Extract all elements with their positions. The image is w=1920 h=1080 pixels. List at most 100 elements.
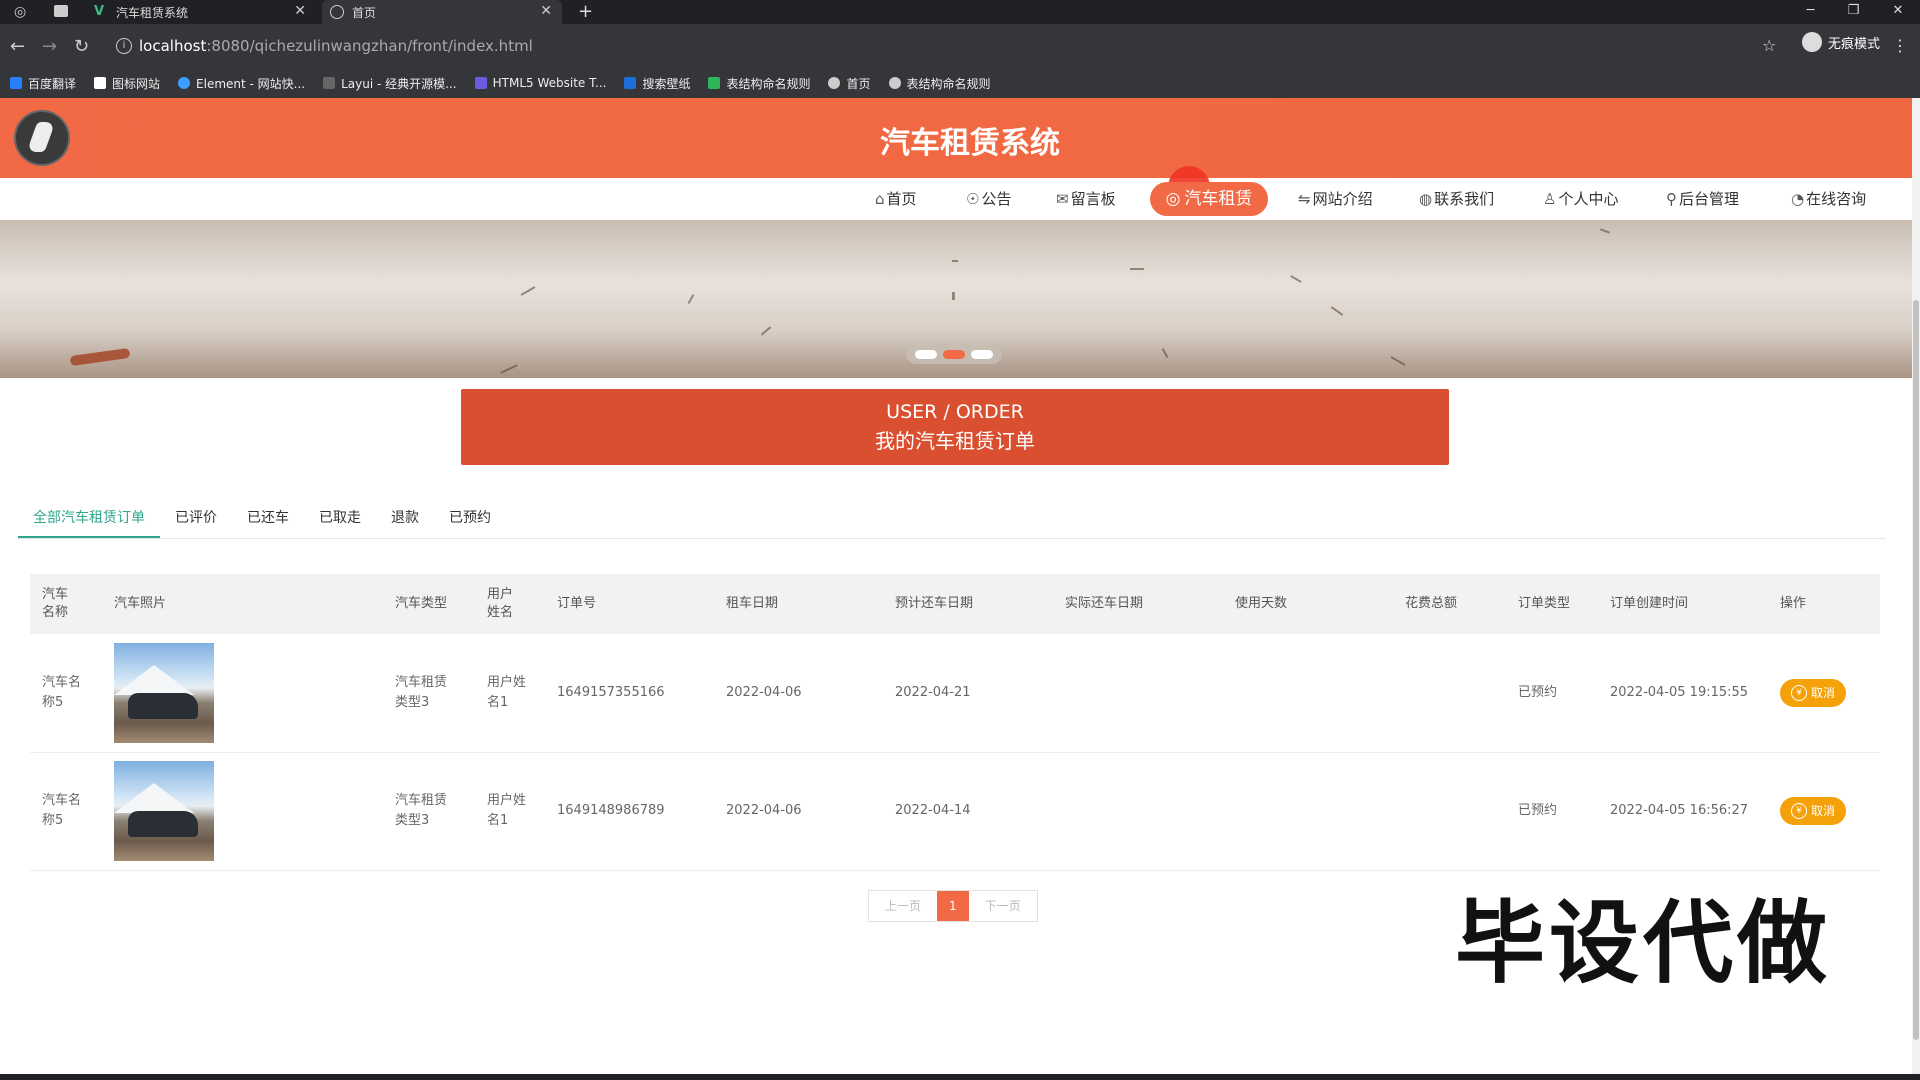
button-label: 取消 <box>1810 804 1835 818</box>
globe-icon <box>888 77 901 89</box>
globe-icon: ◍ <box>1419 190 1433 208</box>
bookmark-item[interactable]: 表结构命名规则 <box>888 75 991 92</box>
browser-tab-1[interactable]: V 汽车租赁系统 ✕ <box>86 0 316 24</box>
section-title-cn: 我的汽车租赁订单 <box>875 429 1035 453</box>
car-photo[interactable] <box>114 643 214 743</box>
new-tab-button[interactable]: + <box>578 0 593 24</box>
cell-car-photo <box>114 634 214 752</box>
nav-messageboard[interactable]: ✉ 留言板 <box>1056 180 1116 218</box>
cell-car-name: 汽车名称5 <box>42 793 82 828</box>
cell-user-name: 用户姓名1 <box>487 675 527 710</box>
carousel-dot[interactable] <box>943 349 965 359</box>
more-menu-icon[interactable]: ⋮ <box>1892 36 1908 55</box>
nav-label: 首页 <box>886 190 917 208</box>
bookmark-label: Element - 网站快... <box>196 76 306 91</box>
column-header: 汽车类型 <box>395 596 448 611</box>
cancel-order-button[interactable]: ¥ 取消 <box>1780 797 1846 825</box>
cell-car-photo <box>114 752 214 870</box>
tab-picked-up[interactable]: 已取走 <box>304 500 376 538</box>
pagination: 上一页 1 下一页 <box>868 890 1038 922</box>
nav-contact[interactable]: ◍ 联系我们 <box>1419 180 1494 218</box>
nav-about[interactable]: ⇋ 网站介绍 <box>1298 180 1373 218</box>
back-icon[interactable]: ← <box>10 36 25 57</box>
yen-icon: ¥ <box>1790 685 1807 701</box>
cell-rent-date: 2022-04-06 <box>726 685 802 700</box>
carousel-dot[interactable] <box>915 349 937 359</box>
tab-returned[interactable]: 已还车 <box>232 500 304 538</box>
nav-label: 个人中心 <box>1558 190 1619 208</box>
page-number-button[interactable]: 1 <box>937 891 969 921</box>
bookmark-item[interactable]: HTML5 Website T... <box>474 76 606 90</box>
user-icon: ♙ <box>1543 190 1557 208</box>
prev-page-button[interactable]: 上一页 <box>869 891 938 921</box>
scrollbar-thumb[interactable] <box>1913 300 1919 1040</box>
nav-notice[interactable]: ☉ 公告 <box>966 180 1011 218</box>
cancel-order-button[interactable]: ¥ 取消 <box>1780 679 1846 707</box>
bookmark-item[interactable]: 表结构命名规则 <box>708 75 810 92</box>
tab-all-orders[interactable]: 全部汽车租赁订单 <box>18 500 160 538</box>
bookmark-item[interactable]: 首页 <box>828 75 871 92</box>
column-header: 预计还车日期 <box>895 596 974 611</box>
order-tabs: 全部汽车租赁订单 已评价 已还车 已取走 退款 已预约 <box>18 500 1886 539</box>
bookmarks-bar: 百度翻译 图标网站 Element - 网站快... Layui - 经典开源模… <box>0 68 1920 98</box>
bookmark-label: 表结构命名规则 <box>726 76 811 91</box>
close-icon[interactable]: ✕ <box>294 3 306 19</box>
column-header: 订单创建时间 <box>1610 596 1689 611</box>
close-window-icon[interactable]: ✕ <box>1892 0 1903 24</box>
carousel-dot[interactable] <box>971 349 993 359</box>
cell-rent-date: 2022-04-06 <box>726 803 802 818</box>
cell-expected-return: 2022-04-14 <box>895 803 971 818</box>
info-icon[interactable]: i <box>116 38 132 54</box>
bookmark-label: 图标网站 <box>112 76 161 91</box>
sliders-icon: ⇋ <box>1298 190 1311 208</box>
bookmark-item[interactable]: Element - 网站快... <box>178 75 305 92</box>
bookmark-item[interactable]: 百度翻译 <box>10 75 76 92</box>
restore-icon[interactable]: ❐ <box>1848 0 1860 24</box>
bookmark-star-icon[interactable]: ☆ <box>1762 36 1776 55</box>
nav-label: 留言板 <box>1070 190 1116 208</box>
tab-search-icon[interactable] <box>54 5 68 17</box>
column-header: 用户姓名 <box>487 587 514 620</box>
cell-order-type: 已预约 <box>1518 685 1558 700</box>
nav-admin[interactable]: ⚲ 后台管理 <box>1666 180 1739 218</box>
incognito-indicator[interactable]: 无痕模式 <box>1801 32 1880 52</box>
column-header: 操作 <box>1780 596 1807 611</box>
cell-created: 2022-04-05 19:15:55 <box>1610 685 1749 700</box>
tab-reserved[interactable]: 已预约 <box>434 500 506 538</box>
browser-tab-2[interactable]: 首页 ✕ <box>322 0 562 24</box>
cell-action: ¥ 取消 <box>1780 634 1846 752</box>
nav-user-center[interactable]: ♙ 个人中心 <box>1543 180 1618 218</box>
watermark-text: 毕设代做 <box>1455 891 1831 996</box>
yen-icon: ¥ <box>1790 803 1807 819</box>
column-header: 汽车照片 <box>114 596 167 611</box>
bookmark-item[interactable]: 图标网站 <box>94 75 160 92</box>
vue-icon: V <box>94 4 105 19</box>
bookmark-item[interactable]: 搜索壁纸 <box>624 75 690 92</box>
browser-menu-icon[interactable]: ◎ <box>14 4 26 20</box>
nav-car-rental[interactable]: ◎ 汽车租赁 <box>1150 182 1268 216</box>
layui-icon <box>323 77 336 89</box>
cell-car-type: 汽车租赁类型3 <box>395 675 448 710</box>
incognito-label: 无痕模式 <box>1827 36 1880 52</box>
url-field[interactable]: localhost:8080/qichezulinwangzhan/front/… <box>139 31 1779 61</box>
next-page-button[interactable]: 下一页 <box>968 891 1037 921</box>
bookmark-item[interactable]: Layui - 经典开源模... <box>323 75 457 92</box>
window-controls: ─ ❐ ✕ <box>1790 0 1920 24</box>
column-header: 订单类型 <box>1518 596 1571 611</box>
close-icon[interactable]: ✕ <box>540 3 552 19</box>
cell-order-type: 已预约 <box>1518 803 1558 818</box>
nav-home[interactable]: ⌂ 首页 <box>875 180 917 218</box>
reload-icon[interactable]: ↻ <box>74 36 89 57</box>
tab-refund[interactable]: 退款 <box>376 500 434 538</box>
car-photo[interactable] <box>114 761 214 861</box>
browser-tab-title: 首页 <box>352 5 377 20</box>
nav-consult[interactable]: ◔ 在线咨询 <box>1791 180 1866 218</box>
column-header: 汽车名称 <box>42 587 69 620</box>
minimize-icon[interactable]: ─ <box>1807 0 1815 24</box>
nav-label: 在线咨询 <box>1806 190 1867 208</box>
tab-reviewed[interactable]: 已评价 <box>160 500 232 538</box>
globe-icon <box>330 5 344 19</box>
forward-icon[interactable]: → <box>42 36 57 57</box>
cell-order-no: 1649148986789 <box>557 803 665 818</box>
globe-icon <box>828 77 841 89</box>
